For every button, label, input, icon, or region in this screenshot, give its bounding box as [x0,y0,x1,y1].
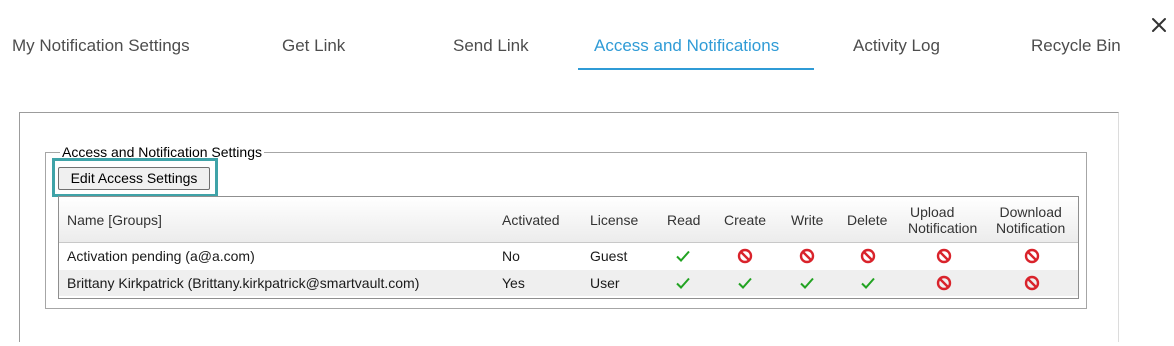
deny-icon [1024,275,1040,291]
deny-icon [936,248,952,264]
edit-access-settings-button[interactable]: Edit Access Settings [58,167,210,190]
header-upload-line1: Upload [910,204,955,220]
header-create[interactable]: Create [724,212,766,228]
deny-icon [1024,248,1040,264]
cell-license: Guest [590,248,628,264]
header-name[interactable]: Name [Groups] [67,212,162,228]
header-activated[interactable]: Activated [502,212,560,228]
header-license[interactable]: License [590,212,638,228]
check-icon [738,277,752,289]
tab-bar: My Notification Settings Get Link Send L… [0,0,1140,72]
tab-get-link[interactable]: Get Link [282,36,345,56]
tab-recycle-bin[interactable]: Recycle Bin [1031,36,1121,56]
check-icon [676,277,690,289]
header-write[interactable]: Write [791,212,823,228]
cell-activated: Yes [502,275,525,291]
cell-activated: No [502,248,520,264]
deny-icon [936,275,952,291]
access-table: Name [Groups] Activated License Read Cre… [58,196,1079,299]
deny-icon [799,248,815,264]
check-icon [861,277,875,289]
table-row[interactable]: Activation pending (a@a.com) No Guest [59,243,1078,269]
header-read[interactable]: Read [667,212,700,228]
header-download-line1: Download [999,204,1062,220]
active-tab-indicator [578,68,814,70]
tab-activity-log[interactable]: Activity Log [853,36,940,56]
table-row[interactable]: Brittany Kirkpatrick (Brittany.kirkpatri… [59,270,1078,296]
table-header: Name [Groups] Activated License Read Cre… [59,197,1078,243]
header-upload-line2: Notification [908,220,978,236]
header-upload-notification[interactable]: Upload Notification [908,204,977,236]
cell-name: Activation pending (a@a.com) [67,248,255,264]
deny-icon [737,248,753,264]
deny-icon [860,248,876,264]
check-icon [676,250,690,262]
close-icon[interactable] [1150,16,1168,34]
cell-name: Brittany Kirkpatrick (Brittany.kirkpatri… [67,275,420,291]
tab-my-notification-settings[interactable]: My Notification Settings [12,36,190,56]
cell-license: User [590,275,620,291]
header-download-notification[interactable]: Download Notification [996,204,1065,236]
tab-send-link[interactable]: Send Link [453,36,529,56]
check-icon [800,277,814,289]
header-download-line2: Notification [996,220,1066,236]
header-delete[interactable]: Delete [847,212,887,228]
tab-access-and-notifications[interactable]: Access and Notifications [594,36,779,56]
